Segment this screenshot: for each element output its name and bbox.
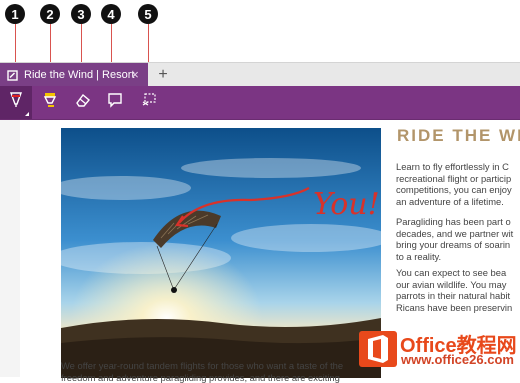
tab-strip: Ride the Wind | Resort × + <box>0 62 520 87</box>
callout-2: 2 <box>40 4 60 24</box>
paraglider-photo: You! <box>61 128 381 378</box>
article-paragraph-1: Learn to fly effortlessly in C recreatio… <box>396 161 512 207</box>
eraser-button[interactable] <box>67 86 99 119</box>
browser-tab[interactable]: Ride the Wind | Resort × <box>0 63 148 87</box>
callout-5: 5 <box>138 4 158 24</box>
highlighter-icon <box>42 91 58 114</box>
callout-4: 4 <box>101 4 121 24</box>
page-icon <box>4 63 20 87</box>
callout-3: 3 <box>71 4 91 24</box>
callout-2-leader <box>50 24 51 64</box>
add-note-button[interactable] <box>99 86 131 119</box>
article-title: RIDE THE WIN <box>397 126 520 145</box>
article-paragraph-2: Paragliding has been part o decades, and… <box>396 216 514 262</box>
article-paragraph-3: You can expect to see bea our avian wild… <box>396 267 513 313</box>
pen-options-caret <box>25 112 29 116</box>
office-logo-icon <box>359 331 397 367</box>
page-margin <box>0 120 20 377</box>
pen-icon <box>8 91 24 114</box>
callout-3-leader <box>81 24 82 64</box>
tab-title: Ride the Wind | Resort <box>24 69 135 81</box>
web-note-toolbar <box>0 86 520 120</box>
highlighter-button[interactable] <box>34 86 66 119</box>
new-tab-button[interactable]: + <box>153 64 173 86</box>
article-body-below-photo: We offer year-round tandem flights for t… <box>61 360 344 383</box>
eraser-icon <box>75 92 91 113</box>
comment-icon <box>107 92 123 113</box>
callout-1: 1 <box>5 4 25 24</box>
close-tab-icon[interactable]: × <box>128 67 142 82</box>
ballpoint-pen-button[interactable] <box>0 86 32 119</box>
callout-4-leader <box>111 24 112 64</box>
clip-button[interactable] <box>133 86 165 119</box>
watermark-url: www.office26.com <box>401 352 514 367</box>
clip-icon <box>141 92 157 113</box>
callout-1-leader <box>15 24 16 64</box>
handwritten-you-annotation: You! <box>313 187 380 222</box>
callout-5-leader <box>148 24 149 64</box>
